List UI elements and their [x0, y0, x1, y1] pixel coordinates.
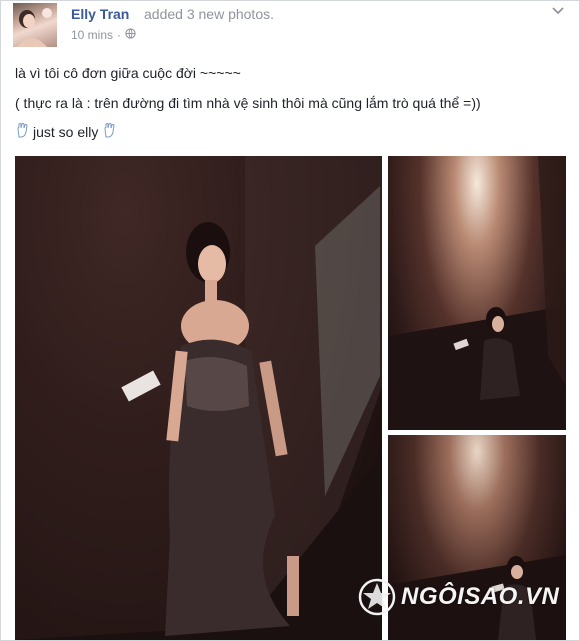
post-text-line-1: là vì tôi cô đơn giữa cuộc đời ~~~~~ — [15, 65, 241, 81]
author-name[interactable]: Elly Tran — [71, 6, 129, 22]
watermark: NGÔISAO.VN — [357, 577, 559, 617]
post-card: Elly Tran added 3 new photos. 10 mins · … — [0, 0, 580, 641]
post-text-line-2: ( thực ra là : trên đường đi tìm nhà vệ … — [15, 95, 481, 111]
timestamp[interactable]: 10 mins — [71, 28, 113, 42]
hand-emoji-icon — [15, 122, 29, 141]
hand-emoji-icon — [102, 122, 116, 141]
post-text-line-3-label: just so elly — [33, 123, 99, 140]
post-text-line-3: just so elly — [15, 122, 116, 141]
meta-separator: · — [117, 28, 122, 42]
watermark-text: NGÔISAO.VN — [401, 583, 560, 610]
photo-2[interactable] — [388, 156, 566, 430]
globe-icon[interactable] — [125, 28, 136, 42]
avatar[interactable] — [13, 3, 57, 47]
watermark-logo-icon — [358, 578, 396, 616]
photo-1-scene — [15, 156, 382, 640]
post-action: added 3 new photos. — [144, 6, 274, 22]
avatar-image — [17, 8, 52, 47]
photo-1[interactable] — [15, 156, 382, 640]
post-meta: 10 mins · — [71, 28, 136, 42]
photo-2-scene — [388, 156, 566, 430]
chevron-down-icon[interactable] — [551, 3, 565, 21]
